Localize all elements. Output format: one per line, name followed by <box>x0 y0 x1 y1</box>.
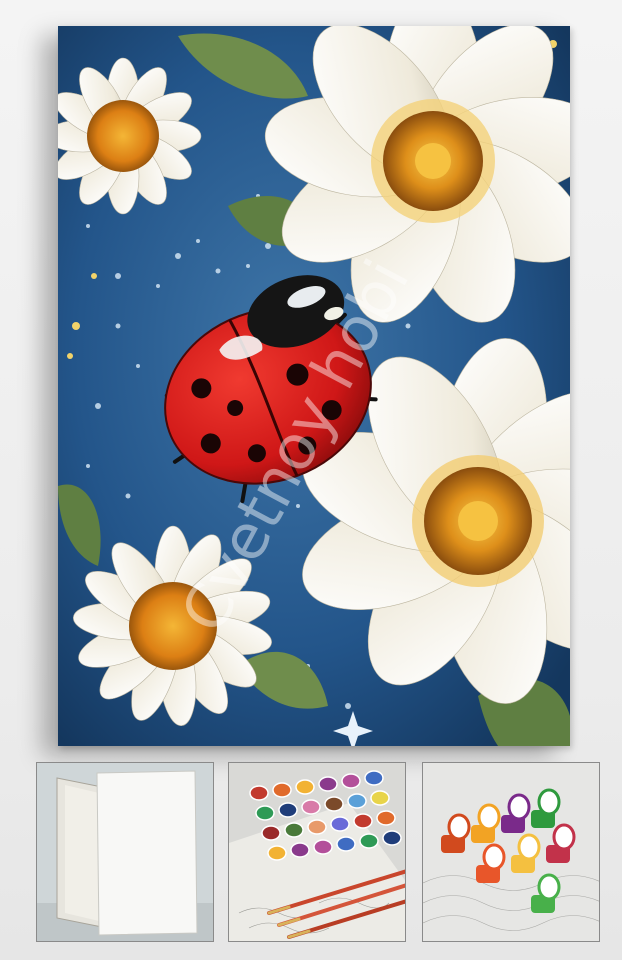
thumbnail-paint-pots[interactable] <box>228 762 406 942</box>
blank-canvas-icon <box>37 763 213 941</box>
paint-pots-and-brushes-icon <box>229 763 405 941</box>
open-paint-pots-icon <box>423 763 599 941</box>
thumbnail-blank-canvas[interactable] <box>36 762 214 942</box>
ladybug-daisy-painting <box>58 26 570 746</box>
thumbnail-open-pots[interactable] <box>422 762 600 942</box>
painting-canvas: Cvetnoy hobi <box>58 26 570 746</box>
